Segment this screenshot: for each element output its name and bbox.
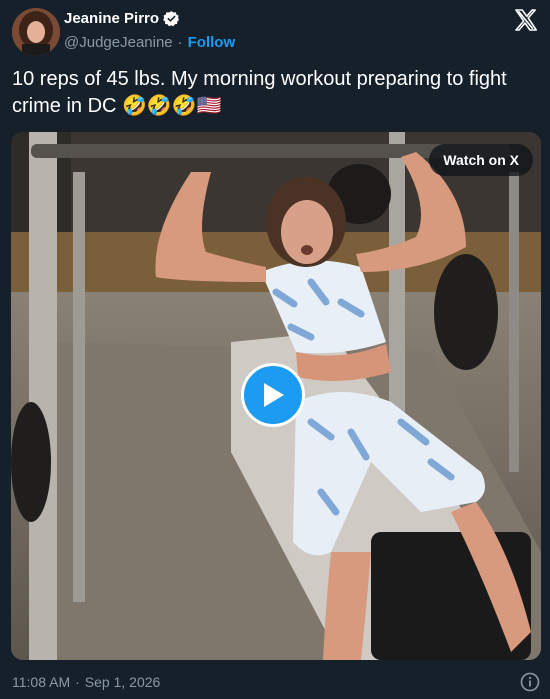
follow-button[interactable]: Follow [188, 34, 236, 51]
watch-on-x-button[interactable]: Watch on X [429, 144, 533, 176]
separator-dot: · [75, 674, 80, 690]
timestamp-time[interactable]: 11:08 AM [12, 674, 70, 690]
timestamp-date[interactable]: Sep 1, 2026 [85, 674, 161, 690]
handle[interactable]: @JudgeJeanine [64, 34, 173, 51]
separator-dot: · [177, 34, 183, 51]
play-icon [264, 383, 284, 407]
handle-row: @JudgeJeanine · Follow [64, 34, 235, 51]
play-button[interactable] [241, 363, 305, 427]
x-logo-icon[interactable] [514, 8, 538, 32]
info-icon[interactable] [520, 672, 540, 692]
tweet-footer: 11:08 AM · Sep 1, 2026 [12, 674, 160, 690]
video-media[interactable]: Watch on X [11, 132, 541, 660]
display-name[interactable]: Jeanine Pirro [64, 10, 159, 27]
name-row: Jeanine Pirro [64, 10, 180, 27]
avatar[interactable] [12, 8, 60, 56]
tweet-text: 10 reps of 45 lbs. My morning workout pr… [12, 68, 507, 117]
tweet-header: Jeanine Pirro @JudgeJeanine · Follow [0, 0, 550, 60]
verified-badge-icon [163, 10, 180, 27]
